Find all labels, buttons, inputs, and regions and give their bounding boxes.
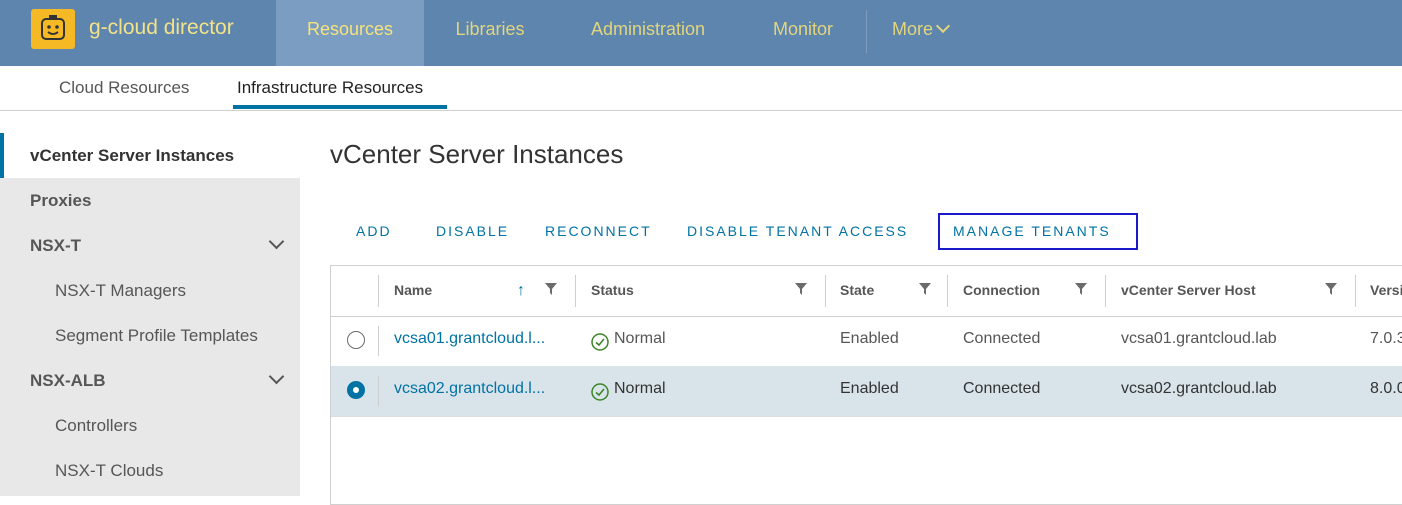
- nav-monitor[interactable]: Monitor: [752, 0, 854, 66]
- vcenter-name-link[interactable]: vcsa01.grantcloud.l...: [394, 330, 545, 348]
- sidebar-item-label: NSX-ALB: [30, 371, 106, 390]
- column-divider: [947, 275, 948, 307]
- row-select-radio[interactable]: [347, 331, 365, 349]
- sidebar-item-vcenter-server-instances[interactable]: vCenter Server Instances: [0, 133, 300, 178]
- sidebar-item-label: Controllers: [55, 416, 138, 435]
- column-divider: [378, 275, 379, 307]
- version-text: 7.0.3: [1370, 330, 1402, 347]
- chevron-down-icon[interactable]: [268, 368, 285, 385]
- version-text: 8.0.0: [1370, 380, 1402, 397]
- column-divider: [378, 376, 379, 406]
- column-divider: [1105, 275, 1106, 307]
- sidebar-group-nsx-alb[interactable]: NSX-ALB: [0, 358, 300, 403]
- chevron-down-icon: [935, 18, 951, 34]
- disable-tenant-access-button[interactable]: DISABLE TENANT ACCESS: [687, 223, 908, 239]
- column-header-version[interactable]: Versi: [1370, 282, 1402, 298]
- sidebar-item-label: NSX-T Managers: [55, 281, 187, 300]
- app-brand-title[interactable]: g-cloud director: [89, 16, 234, 40]
- state-text: Enabled: [840, 330, 899, 347]
- sidebar-item-proxies[interactable]: Proxies: [0, 178, 300, 223]
- reconnect-button[interactable]: RECONNECT: [545, 223, 652, 239]
- sidebar-item-label: NSX-T Clouds: [55, 461, 164, 480]
- column-divider: [575, 275, 576, 307]
- filter-icon[interactable]: [1075, 283, 1087, 295]
- host-text: vcsa01.grantcloud.lab: [1121, 330, 1277, 347]
- sidebar-group-nsx-t[interactable]: NSX-T: [0, 223, 300, 268]
- sidebar-item-label: Proxies: [30, 191, 92, 210]
- nav-more[interactable]: More: [880, 0, 960, 66]
- sidebar-item-label: Segment Profile Templates: [55, 326, 258, 345]
- disable-button[interactable]: DISABLE: [436, 223, 509, 239]
- sidebar-item-label: NSX-T: [30, 236, 81, 255]
- sub-navigation: Cloud Resources Infrastructure Resources: [0, 66, 1402, 111]
- robot-face-icon[interactable]: [31, 9, 75, 49]
- column-divider: [378, 326, 379, 356]
- nav-libraries[interactable]: Libraries: [430, 0, 550, 66]
- sidebar-item-label: vCenter Server Instances: [30, 146, 235, 165]
- sort-up-arrow-icon[interactable]: ↑: [517, 282, 525, 300]
- chevron-down-icon[interactable]: [268, 233, 285, 250]
- column-header-name[interactable]: Name: [394, 282, 432, 298]
- connection-text: Connected: [963, 380, 1041, 397]
- add-button[interactable]: ADD: [356, 223, 392, 239]
- state-text: Enabled: [840, 380, 899, 397]
- status-text: Normal: [614, 330, 666, 347]
- grid-header: Name ↑ Status State Connection vCenter S…: [331, 266, 1402, 317]
- active-tab-indicator: [233, 105, 447, 109]
- sidebar: vCenter Server Instances Proxies NSX-T N…: [0, 133, 300, 496]
- status-text: Normal: [614, 380, 666, 397]
- check-circle-icon: [591, 333, 609, 351]
- table-row[interactable]: vcsa02.grantcloud.l... Normal Enabled Co…: [331, 366, 1402, 417]
- column-divider: [825, 275, 826, 307]
- connection-text: Connected: [963, 330, 1041, 347]
- vcenter-name-link[interactable]: vcsa02.grantcloud.l...: [394, 380, 545, 398]
- sidebar-item-segment-profile-templates[interactable]: Segment Profile Templates: [0, 313, 300, 358]
- filter-icon[interactable]: [1325, 283, 1337, 295]
- nav-more-label: More: [891, 19, 933, 39]
- column-divider: [1355, 275, 1356, 307]
- nav-divider: [866, 10, 867, 53]
- column-header-connection[interactable]: Connection: [963, 282, 1040, 298]
- page-title: vCenter Server Instances: [330, 139, 624, 169]
- sidebar-item-nsx-t-clouds[interactable]: NSX-T Clouds: [0, 448, 300, 493]
- filter-icon[interactable]: [545, 283, 557, 295]
- column-header-state[interactable]: State: [840, 282, 874, 298]
- vcenter-datagrid: Name ↑ Status State Connection vCenter S…: [330, 265, 1402, 505]
- host-text: vcsa02.grantcloud.lab: [1121, 380, 1277, 397]
- tab-cloud-resources[interactable]: Cloud Resources: [59, 78, 189, 98]
- column-header-vcenter-host[interactable]: vCenter Server Host: [1121, 282, 1256, 298]
- sidebar-item-nsx-t-managers[interactable]: NSX-T Managers: [0, 268, 300, 313]
- top-header: g-cloud director Resources Libraries Adm…: [0, 0, 1402, 66]
- sidebar-item-controllers[interactable]: Controllers: [0, 403, 300, 448]
- filter-icon[interactable]: [795, 283, 807, 295]
- nav-administration[interactable]: Administration: [568, 0, 728, 66]
- tab-infrastructure-resources[interactable]: Infrastructure Resources: [237, 78, 423, 98]
- check-circle-icon: [591, 383, 609, 401]
- filter-icon[interactable]: [919, 283, 931, 295]
- manage-tenants-button[interactable]: MANAGE TENANTS: [953, 223, 1111, 239]
- nav-resources[interactable]: Resources: [276, 0, 424, 66]
- row-select-radio[interactable]: [347, 381, 365, 399]
- table-row[interactable]: vcsa01.grantcloud.l... Normal Enabled Co…: [331, 316, 1402, 367]
- column-header-status[interactable]: Status: [591, 282, 634, 298]
